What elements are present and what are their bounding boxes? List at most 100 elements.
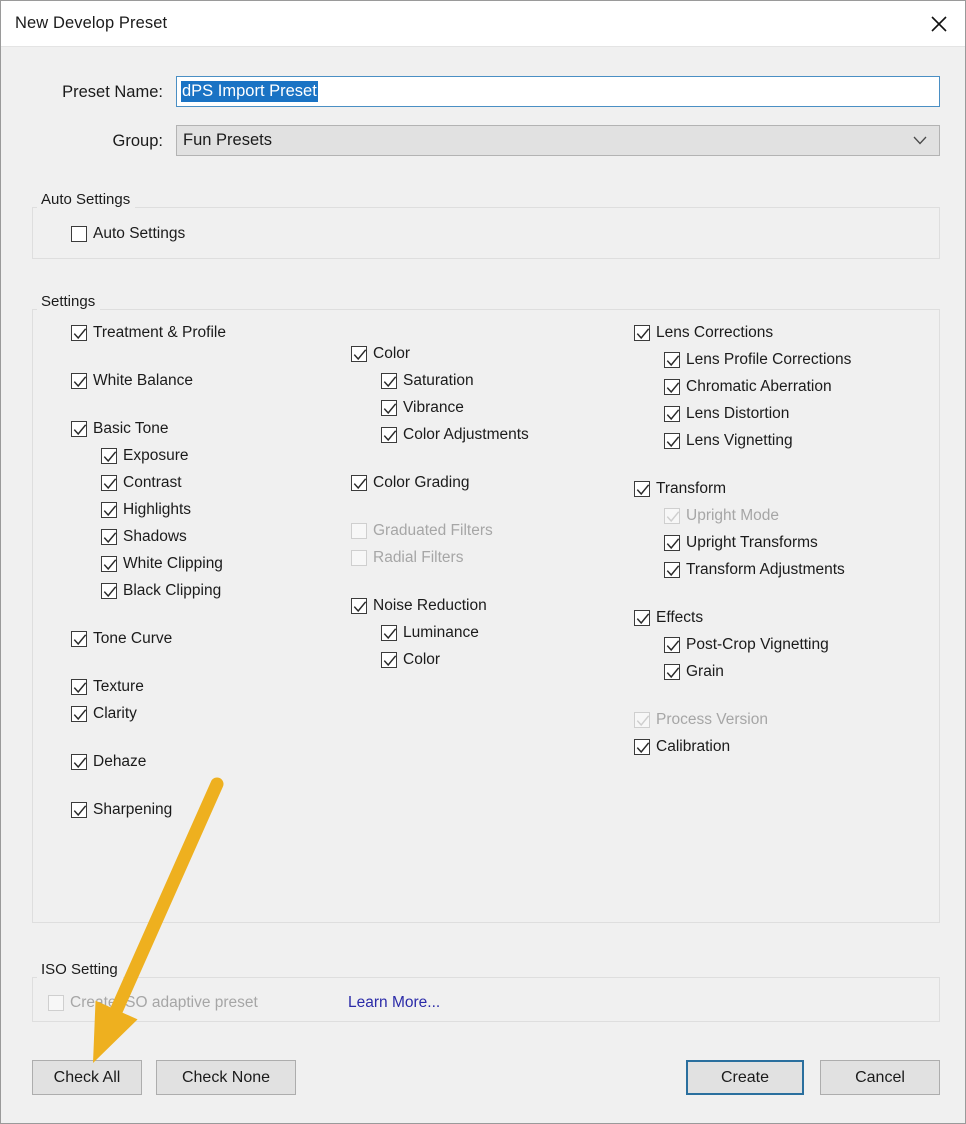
checkbox-luminance[interactable]: Luminance [381,623,479,643]
checkbox-label: Exposure [123,448,188,464]
checkbox-box [381,427,397,443]
checkbox-label: Lens Vignetting [686,433,793,449]
checkbox-box [664,379,680,395]
checkbox-color[interactable]: Color [351,344,410,364]
checkbox-saturation[interactable]: Saturation [381,371,474,391]
group-select[interactable]: Fun Presets [176,125,940,156]
checkbox-noise-reduction[interactable]: Noise Reduction [351,596,487,616]
cancel-button[interactable]: Cancel [820,1060,940,1095]
checkbox-label: Tone Curve [93,631,172,647]
checkbox-color-grading[interactable]: Color Grading [351,473,470,493]
checkbox-color-adjustments[interactable]: Color Adjustments [381,425,529,445]
checkbox-box [381,625,397,641]
checkbox-basic-tone[interactable]: Basic Tone [71,419,169,439]
checkbox-box [381,400,397,416]
checkbox-label: Upright Mode [686,508,779,524]
settings-groupbox [32,309,940,923]
checkbox-color[interactable]: Color [381,650,440,670]
checkbox-treatment-and-profile[interactable]: Treatment & Profile [71,323,226,343]
checkbox-label: Contrast [123,475,182,491]
checkbox-label: Post-Crop Vignetting [686,637,829,653]
preset-name-input[interactable]: dPS Import Preset [176,76,940,107]
checkbox-white-balance[interactable]: White Balance [71,371,193,391]
checkbox-box [351,550,367,566]
checkbox-highlights[interactable]: Highlights [101,500,191,520]
checkbox-upright-transforms[interactable]: Upright Transforms [664,533,818,553]
checkbox-label: Lens Distortion [686,406,789,422]
checkbox-label: Grain [686,664,724,680]
checkbox-post-crop-vignetting[interactable]: Post-Crop Vignetting [664,635,829,655]
preset-name-label: Preset Name: [1,83,163,102]
create-button[interactable]: Create [686,1060,804,1095]
checkbox-box [71,421,87,437]
checkbox-box [664,535,680,551]
checkbox-label: Shadows [123,529,187,545]
checkbox-lens-vignetting[interactable]: Lens Vignetting [664,431,793,451]
checkbox-label: Transform Adjustments [686,562,845,578]
checkbox-label: Transform [656,481,726,497]
close-icon[interactable] [911,1,966,46]
checkbox-label: Chromatic Aberration [686,379,832,395]
checkbox-box [101,448,117,464]
checkbox-label: Radial Filters [373,550,463,566]
checkbox-label: Color Grading [373,475,470,491]
check-all-button[interactable]: Check All [32,1060,142,1095]
checkbox-contrast[interactable]: Contrast [101,473,182,493]
checkbox-exposure[interactable]: Exposure [101,446,188,466]
checkbox-black-clipping[interactable]: Black Clipping [101,581,221,601]
checkbox-box [664,352,680,368]
checkbox-box [71,226,87,242]
checkbox-label: Black Clipping [123,583,221,599]
checkbox-label: Lens Profile Corrections [686,352,851,368]
checkbox-label: Create ISO adaptive preset [70,995,258,1011]
checkbox-lens-profile-corrections[interactable]: Lens Profile Corrections [664,350,851,370]
checkbox-box [634,712,650,728]
checkbox-tone-curve[interactable]: Tone Curve [71,629,172,649]
learn-more-link[interactable]: Learn More... [348,994,440,1012]
checkbox-label: Sharpening [93,802,172,818]
checkbox-texture[interactable]: Texture [71,677,144,697]
checkbox-box [634,481,650,497]
checkbox-label: Color [373,346,410,362]
checkbox-box [664,664,680,680]
checkbox-effects[interactable]: Effects [634,608,703,628]
preset-name-value: dPS Import Preset [181,81,318,103]
check-none-button[interactable]: Check None [156,1060,296,1095]
checkbox-box [664,562,680,578]
checkbox-box [71,325,87,341]
checkbox-label: Upright Transforms [686,535,818,551]
checkbox-box [71,802,87,818]
checkbox-box [71,373,87,389]
checkbox-transform-adjustments[interactable]: Transform Adjustments [664,560,845,580]
checkbox-box [48,995,64,1011]
checkbox-vibrance[interactable]: Vibrance [381,398,464,418]
checkbox-clarity[interactable]: Clarity [71,704,137,724]
checkbox-chromatic-aberration[interactable]: Chromatic Aberration [664,377,832,397]
checkbox-box [71,706,87,722]
checkbox-box [71,679,87,695]
checkbox-grain[interactable]: Grain [664,662,724,682]
checkbox-box [664,406,680,422]
checkbox-auto-settings[interactable]: Auto Settings [71,224,185,244]
checkbox-lens-corrections[interactable]: Lens Corrections [634,323,773,343]
dialog-titlebar: New Develop Preset [1,1,966,47]
checkbox-transform[interactable]: Transform [634,479,726,499]
checkbox-create-iso-adaptive-preset: Create ISO adaptive preset [48,993,258,1013]
checkbox-label: Calibration [656,739,730,755]
checkbox-box [664,508,680,524]
checkbox-lens-distortion[interactable]: Lens Distortion [664,404,789,424]
auto-settings-legend: Auto Settings [37,191,135,208]
checkbox-sharpening[interactable]: Sharpening [71,800,172,820]
checkbox-box [381,652,397,668]
checkbox-box [664,637,680,653]
checkbox-white-clipping[interactable]: White Clipping [101,554,223,574]
checkbox-calibration[interactable]: Calibration [634,737,730,757]
checkbox-dehaze[interactable]: Dehaze [71,752,146,772]
checkbox-graduated-filters: Graduated Filters [351,521,493,541]
dialog-title: New Develop Preset [15,14,167,33]
checkbox-box [351,475,367,491]
checkbox-box [351,346,367,362]
checkbox-shadows[interactable]: Shadows [101,527,187,547]
iso-setting-legend: ISO Setting [37,961,123,978]
checkbox-process-version: Process Version [634,710,768,730]
